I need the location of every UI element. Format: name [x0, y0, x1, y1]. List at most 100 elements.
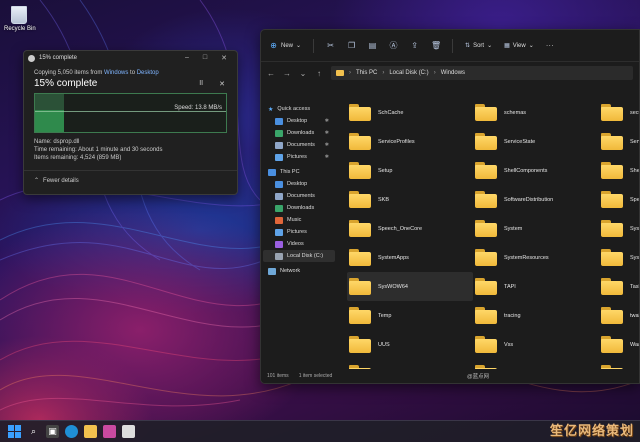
folder-item[interactable]: Syster [599, 214, 640, 243]
folder-icon [349, 191, 371, 208]
sidebar-item-music[interactable]: Music [261, 214, 337, 226]
copy-icon[interactable]: ❐ [347, 41, 356, 50]
folder-item[interactable]: schemas [473, 98, 599, 127]
folder-icon [475, 104, 497, 121]
breadcrumb-local-disk[interactable]: Local Disk (C:) [389, 70, 428, 76]
cut-icon[interactable]: ✂ [326, 41, 335, 50]
dialog-title: 15% complete [39, 55, 78, 61]
folder-item[interactable]: Syster [599, 243, 640, 272]
folder-icon [601, 104, 623, 121]
folder-label: ServiceProfiles [378, 138, 415, 145]
sidebar-item-desktop[interactable]: Desktop ✱ [261, 115, 337, 127]
folder-item[interactable]: WaaS [599, 330, 639, 359]
folder-item[interactable]: Setup [347, 156, 473, 185]
close-icon[interactable]: ✕ [219, 80, 225, 88]
delete-icon[interactable]: 🗑 [431, 41, 441, 50]
up-arrow-icon[interactable]: ↑ [315, 69, 323, 78]
dialog-titlebar[interactable]: 15% complete – □ ✕ [24, 51, 237, 65]
recent-chevron-icon[interactable]: ⌄ [299, 69, 307, 78]
search-icon[interactable]: ⌕ [27, 425, 40, 438]
pause-icon[interactable]: II [199, 80, 203, 88]
folder-label: UUS [378, 341, 390, 348]
destination-link[interactable]: Desktop [137, 70, 159, 76]
folder-item[interactable]: TAPI [473, 272, 599, 301]
folder-label: Servic [630, 138, 639, 145]
folder-item[interactable]: twain_ [599, 301, 639, 330]
percent-complete: 15% complete [34, 78, 98, 89]
back-arrow-icon[interactable]: ← [267, 69, 275, 78]
sidebar-item-pc-documents[interactable]: Documents [261, 190, 337, 202]
task-view-icon[interactable]: ▣ [46, 425, 59, 438]
folder-label: Syster [630, 225, 640, 232]
folder-item[interactable]: SoftwareDistribution [473, 185, 599, 214]
folder-icon [349, 278, 371, 295]
folder-item[interactable]: SchCache [347, 98, 473, 127]
sidebar-item-documents[interactable]: Documents ✱ [261, 139, 337, 151]
more-options-icon[interactable]: ··· [546, 41, 554, 50]
folder-item[interactable]: Speec [599, 185, 639, 214]
folder-item[interactable]: Speech_OneCore [347, 214, 473, 243]
chevron-up-icon: ⌃ [34, 178, 40, 184]
folder-label: Temp [378, 312, 392, 319]
rename-icon[interactable]: Ⓐ [389, 41, 398, 50]
minimize-button[interactable]: – [185, 54, 189, 62]
folder-icon [349, 307, 371, 324]
file-explorer-icon[interactable] [84, 425, 97, 438]
watermark-small: @蓝点网 [467, 374, 490, 380]
sidebar-item-this-pc[interactable]: This PC [261, 166, 337, 178]
folder-icon [601, 249, 623, 266]
calendar-icon[interactable] [122, 425, 135, 438]
folder-item[interactable]: ShellComponents [473, 156, 599, 185]
folder-icon [475, 133, 497, 150]
sidebar-item-pc-pictures[interactable]: Pictures [261, 226, 337, 238]
breadcrumb-this-pc[interactable]: This PC [356, 70, 377, 76]
folder-item[interactable]: SysWOW64 [347, 272, 473, 301]
folder-item[interactable]: ServiceState [473, 127, 599, 156]
sidebar-item-local-disk[interactable]: Local Disk (C:) [263, 250, 335, 262]
folder-item[interactable]: UUS [347, 330, 473, 359]
share-icon[interactable]: ⇪ [410, 41, 419, 50]
close-button[interactable]: ✕ [221, 54, 227, 62]
recycle-bin-desktop-icon[interactable]: Recycle Bin [4, 6, 36, 32]
folder-label: Syster [630, 254, 640, 261]
folder-item[interactable]: ShellE [599, 156, 639, 185]
folder-item[interactable]: tracing [473, 301, 599, 330]
folder-item[interactable]: securi [599, 98, 639, 127]
maximize-button[interactable]: □ [203, 54, 207, 62]
desktop-icon [275, 180, 283, 188]
folder-icon [349, 133, 371, 150]
folder-item[interactable]: Vss [473, 330, 599, 359]
folder-item[interactable]: SystemResources [473, 243, 599, 272]
edge-icon[interactable] [65, 425, 78, 438]
view-button[interactable]: ▦ View ⌄ [504, 42, 534, 50]
sidebar-item-pc-desktop[interactable]: Desktop [261, 178, 337, 190]
start-button[interactable] [8, 425, 21, 438]
new-button[interactable]: ⊕ New ⌄ [269, 41, 301, 50]
fewer-details-button[interactable]: ⌃ Fewer details [24, 170, 237, 190]
folder-label: Tasks [630, 283, 639, 290]
folder-grid: SchCache schemas securi ServiceProfiles Serv… [341, 96, 640, 383]
sidebar-item-downloads[interactable]: Downloads ✱ [261, 127, 337, 139]
folder-item[interactable]: Temp [347, 301, 473, 330]
store-icon[interactable] [103, 425, 116, 438]
sort-button[interactable]: ⇅ Sort ⌄ [465, 42, 492, 50]
source-link[interactable]: Windows [104, 70, 128, 76]
view-icon: ▦ [504, 43, 510, 49]
folder-label: SysWOW64 [378, 283, 408, 290]
folder-item[interactable]: SKB [347, 185, 473, 214]
breadcrumb-windows[interactable]: Windows [441, 70, 465, 76]
folder-item[interactable]: Servic [599, 127, 639, 156]
sidebar-item-videos[interactable]: Videos [261, 238, 337, 250]
sidebar-item-network[interactable]: Network [261, 265, 337, 277]
sidebar-item-quick-access[interactable]: ★ Quick access [261, 103, 337, 115]
folder-item[interactable]: SystemApps [347, 243, 473, 272]
folder-icon [475, 162, 497, 179]
forward-arrow-icon[interactable]: → [283, 69, 291, 78]
folder-item[interactable]: Tasks [599, 272, 639, 301]
sidebar-item-pc-downloads[interactable]: Downloads [261, 202, 337, 214]
folder-item[interactable]: ServiceProfiles [347, 127, 473, 156]
sidebar-item-pictures[interactable]: Pictures ✱ [261, 151, 337, 163]
paste-icon[interactable]: ▤ [368, 41, 377, 50]
folder-item[interactable]: System [473, 214, 599, 243]
address-bar[interactable]: › This PC › Local Disk (C:) › Windows [331, 66, 633, 80]
